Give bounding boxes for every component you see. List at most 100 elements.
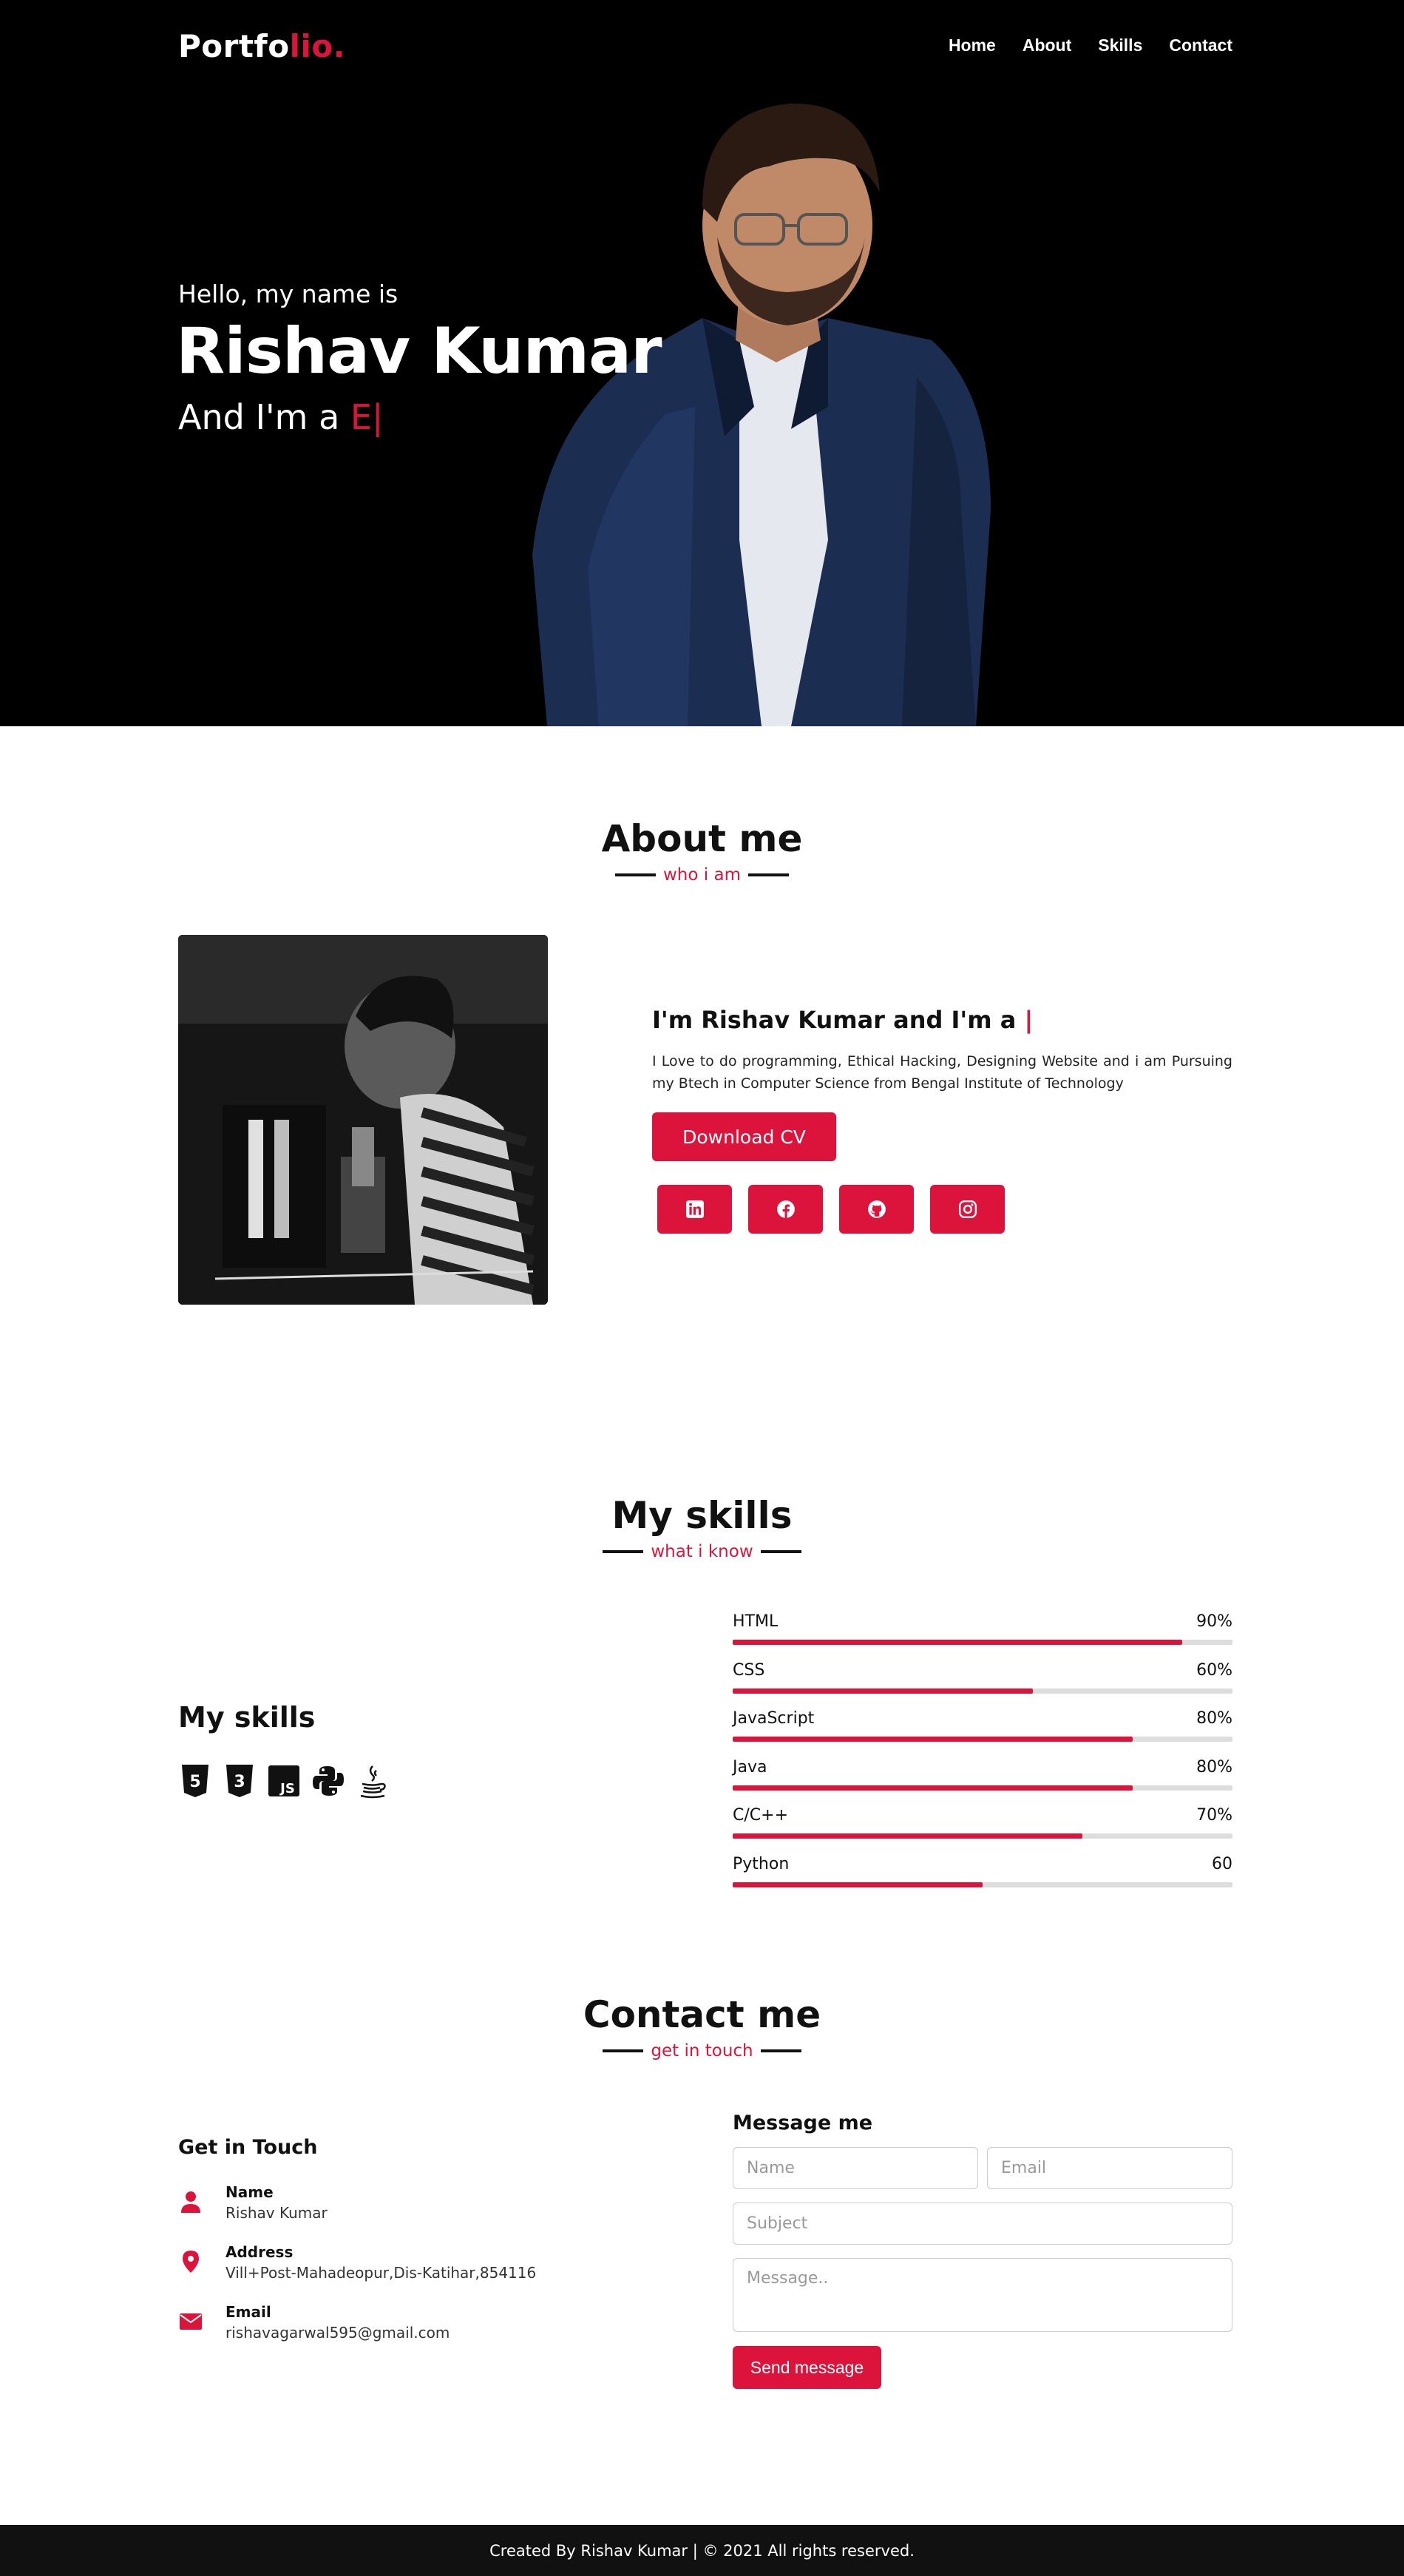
contact-title: Contact me xyxy=(583,1993,821,2036)
svg-text:3: 3 xyxy=(234,1773,245,1791)
linkedin-button[interactable] xyxy=(657,1185,732,1234)
skill-bar-fill xyxy=(733,1833,1083,1839)
contact-subtitle-text: get in touch xyxy=(651,2041,753,2061)
contact-subtitle: get in touch xyxy=(0,2041,1404,2061)
java-icon xyxy=(356,1762,390,1799)
about-headline-text: I'm Rishav Kumar and I'm a xyxy=(652,1006,1025,1034)
skill-bar-list: HTML 90% CSS 60% JavaScript 80% Java 80%… xyxy=(733,1612,1232,1903)
skill-name: CSS xyxy=(733,1660,765,1680)
svg-text:5: 5 xyxy=(189,1773,200,1791)
skill-row: HTML 90% xyxy=(733,1612,1232,1661)
about-description: I Love to do programming, Ethical Hackin… xyxy=(652,1053,1232,1092)
skill-bar-fill xyxy=(733,1737,1133,1742)
nav-home-link[interactable]: Home xyxy=(949,36,996,55)
about-title: About me xyxy=(601,817,803,860)
divider-line xyxy=(603,1550,644,1553)
hero-portrait-image xyxy=(532,103,991,726)
skill-row: Python 60 xyxy=(733,1855,1232,1904)
contact-address-value: Vill+Post-Mahadeopur,Dis-Katihar,854116 xyxy=(225,2264,537,2282)
nav-about-link[interactable]: About xyxy=(1023,36,1071,55)
subject-input[interactable] xyxy=(733,2203,1232,2245)
skill-bar-track xyxy=(733,1640,1232,1645)
about-subtitle-text: who i am xyxy=(663,865,741,885)
hero-role-typed: E| xyxy=(350,397,384,437)
skill-percent: 70% xyxy=(1196,1806,1232,1825)
map-marker-icon xyxy=(178,2249,203,2274)
skills-subtitle-text: what i know xyxy=(651,1542,753,1561)
skill-bar-track xyxy=(733,1785,1232,1791)
python-icon xyxy=(311,1762,345,1799)
nav-skills-link[interactable]: Skills xyxy=(1098,36,1142,55)
skills-left-title: My skills xyxy=(178,1701,316,1734)
css3-icon: 3 xyxy=(223,1762,257,1799)
site-logo[interactable]: Portfolio. xyxy=(178,28,345,64)
hero-section: Portfolio. Home About Skills Contact Hel… xyxy=(0,0,1404,726)
email-input[interactable] xyxy=(987,2147,1232,2189)
site-footer: Created By Rishav Kumar | © 2021 All rig… xyxy=(0,2525,1404,2576)
hero-role-prefix: And I'm a xyxy=(178,397,350,437)
about-subtitle: who i am xyxy=(0,865,1404,885)
hero-name: Rishav Kumar xyxy=(176,314,662,388)
skill-percent: 80% xyxy=(1196,1709,1232,1728)
facebook-icon xyxy=(776,1200,795,1218)
skill-percent: 60 xyxy=(1212,1854,1232,1873)
about-photo xyxy=(178,935,548,1305)
hero-greeting: Hello, my name is xyxy=(178,280,399,308)
divider-line xyxy=(747,873,789,876)
about-headline: I'm Rishav Kumar and I'm a | xyxy=(652,1006,1033,1034)
divider-line xyxy=(603,2049,644,2052)
svg-text:JS: JS xyxy=(279,1781,295,1796)
linkedin-icon xyxy=(685,1200,704,1218)
skill-icon-row: 5 3 JS xyxy=(178,1762,390,1799)
skills-subtitle: what i know xyxy=(0,1542,1404,1561)
skill-name: JavaScript xyxy=(733,1709,815,1728)
user-icon xyxy=(178,2189,203,2214)
skill-bar-track xyxy=(733,1688,1232,1694)
skill-bar-fill xyxy=(733,1882,983,1887)
contact-name-label: Name xyxy=(225,2183,274,2201)
divider-line xyxy=(760,2049,801,2052)
skill-row: JavaScript 80% xyxy=(733,1709,1232,1758)
contact-email-label: Email xyxy=(225,2303,271,2321)
skills-title: My skills xyxy=(611,1494,793,1537)
contact-name-value: Rishav Kumar xyxy=(225,2204,328,2222)
instagram-button[interactable] xyxy=(930,1185,1005,1234)
main-nav: Home About Skills Contact xyxy=(949,36,1232,55)
skill-percent: 80% xyxy=(1196,1757,1232,1777)
skill-bar-track xyxy=(733,1882,1232,1887)
skill-percent: 60% xyxy=(1196,1660,1232,1680)
skill-row: Java 80% xyxy=(733,1758,1232,1807)
skill-bar-fill xyxy=(733,1785,1133,1791)
skill-name: C/C++ xyxy=(733,1806,789,1825)
skill-name: HTML xyxy=(733,1612,779,1631)
skill-bar-fill xyxy=(733,1640,1183,1645)
divider-line xyxy=(615,873,656,876)
skill-percent: 90% xyxy=(1196,1612,1232,1631)
html5-icon: 5 xyxy=(178,1762,212,1799)
typing-cursor: | xyxy=(1024,1006,1034,1034)
footer-text: Created By Rishav Kumar | © 2021 All rig… xyxy=(489,2541,915,2560)
hero-role: And I'm a E| xyxy=(178,397,383,437)
contact-address-label: Address xyxy=(225,2243,294,2261)
divider-line xyxy=(760,1550,801,1553)
instagram-icon xyxy=(958,1200,977,1219)
get-in-touch-title: Get in Touch xyxy=(178,2136,318,2159)
download-cv-button[interactable]: Download CV xyxy=(652,1112,836,1161)
message-me-title: Message me xyxy=(733,2112,873,2134)
name-input[interactable] xyxy=(733,2147,978,2189)
skill-name: Java xyxy=(733,1757,767,1777)
message-textarea[interactable] xyxy=(733,2258,1232,2332)
logo-main-text: Portfo xyxy=(178,28,290,64)
logo-accent-text: lio. xyxy=(289,28,346,64)
send-message-button[interactable]: Send message xyxy=(733,2346,881,2389)
facebook-button[interactable] xyxy=(748,1185,823,1234)
github-button[interactable] xyxy=(839,1185,914,1234)
nav-contact-link[interactable]: Contact xyxy=(1169,36,1232,55)
skill-bar-track xyxy=(733,1833,1232,1839)
github-icon xyxy=(867,1200,886,1218)
social-links xyxy=(657,1185,1005,1234)
skill-bar-track xyxy=(733,1737,1232,1742)
skill-row: CSS 60% xyxy=(733,1661,1232,1710)
javascript-icon: JS xyxy=(267,1762,301,1799)
contact-email-value: rishavagarwal595@gmail.com xyxy=(225,2324,450,2342)
